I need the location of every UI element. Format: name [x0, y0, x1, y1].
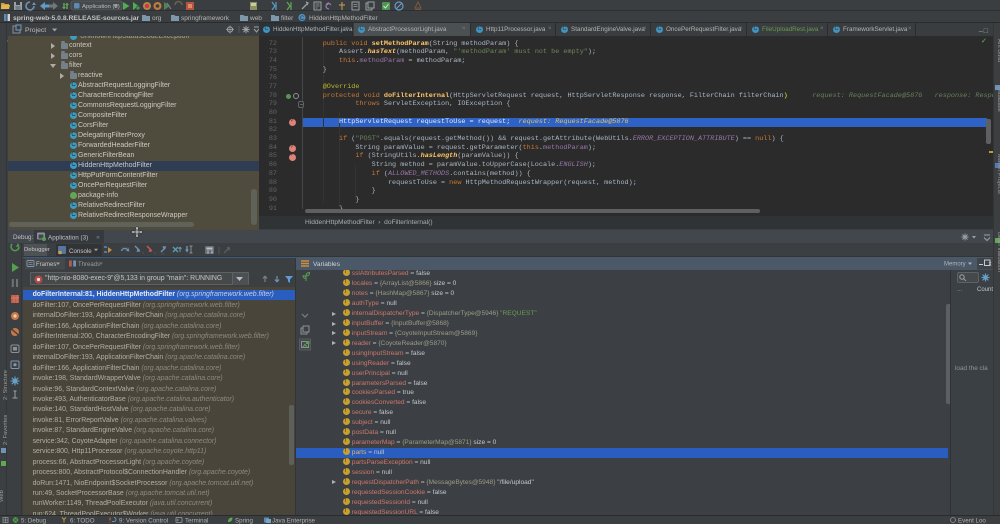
svg-text:Java Enterprise: Java Enterprise	[272, 518, 316, 524]
svg-text:springframework: springframework	[181, 15, 230, 22]
svg-text:x: x	[989, 262, 992, 268]
svg-text:5: Debug: 5: Debug	[21, 518, 47, 524]
svg-text:Application (3): Application (3)	[48, 235, 88, 242]
svg-text:Threads: Threads	[78, 262, 100, 268]
svg-text:spring-web-5.0.8.RELEASE-sourc: spring-web-5.0.8.RELEASE-sources.jar	[13, 15, 140, 22]
svg-text:C: C	[300, 16, 305, 22]
svg-text:Spring: Spring	[235, 518, 253, 524]
svg-text:Terminal: Terminal	[185, 518, 208, 524]
svg-text:Console: Console	[69, 248, 92, 255]
svg-text:org: org	[152, 15, 162, 22]
svg-text:Memory: Memory	[944, 262, 966, 268]
svg-text:Event Loo: Event Loo	[958, 518, 986, 524]
svg-text:HiddenHttpMethodFilter: HiddenHttpMethodFilter	[309, 15, 378, 22]
svg-text:Frames: Frames	[36, 262, 56, 268]
svg-text:Variables: Variables	[313, 261, 341, 268]
svg-text:Project: Project	[25, 27, 46, 34]
svg-text:×: ×	[96, 235, 100, 242]
svg-text:6: TODO: 6: TODO	[70, 518, 95, 524]
svg-text:9: Version Control: 9: Version Control	[119, 518, 168, 524]
svg-text:web: web	[249, 15, 262, 22]
svg-text:filter: filter	[281, 15, 294, 22]
